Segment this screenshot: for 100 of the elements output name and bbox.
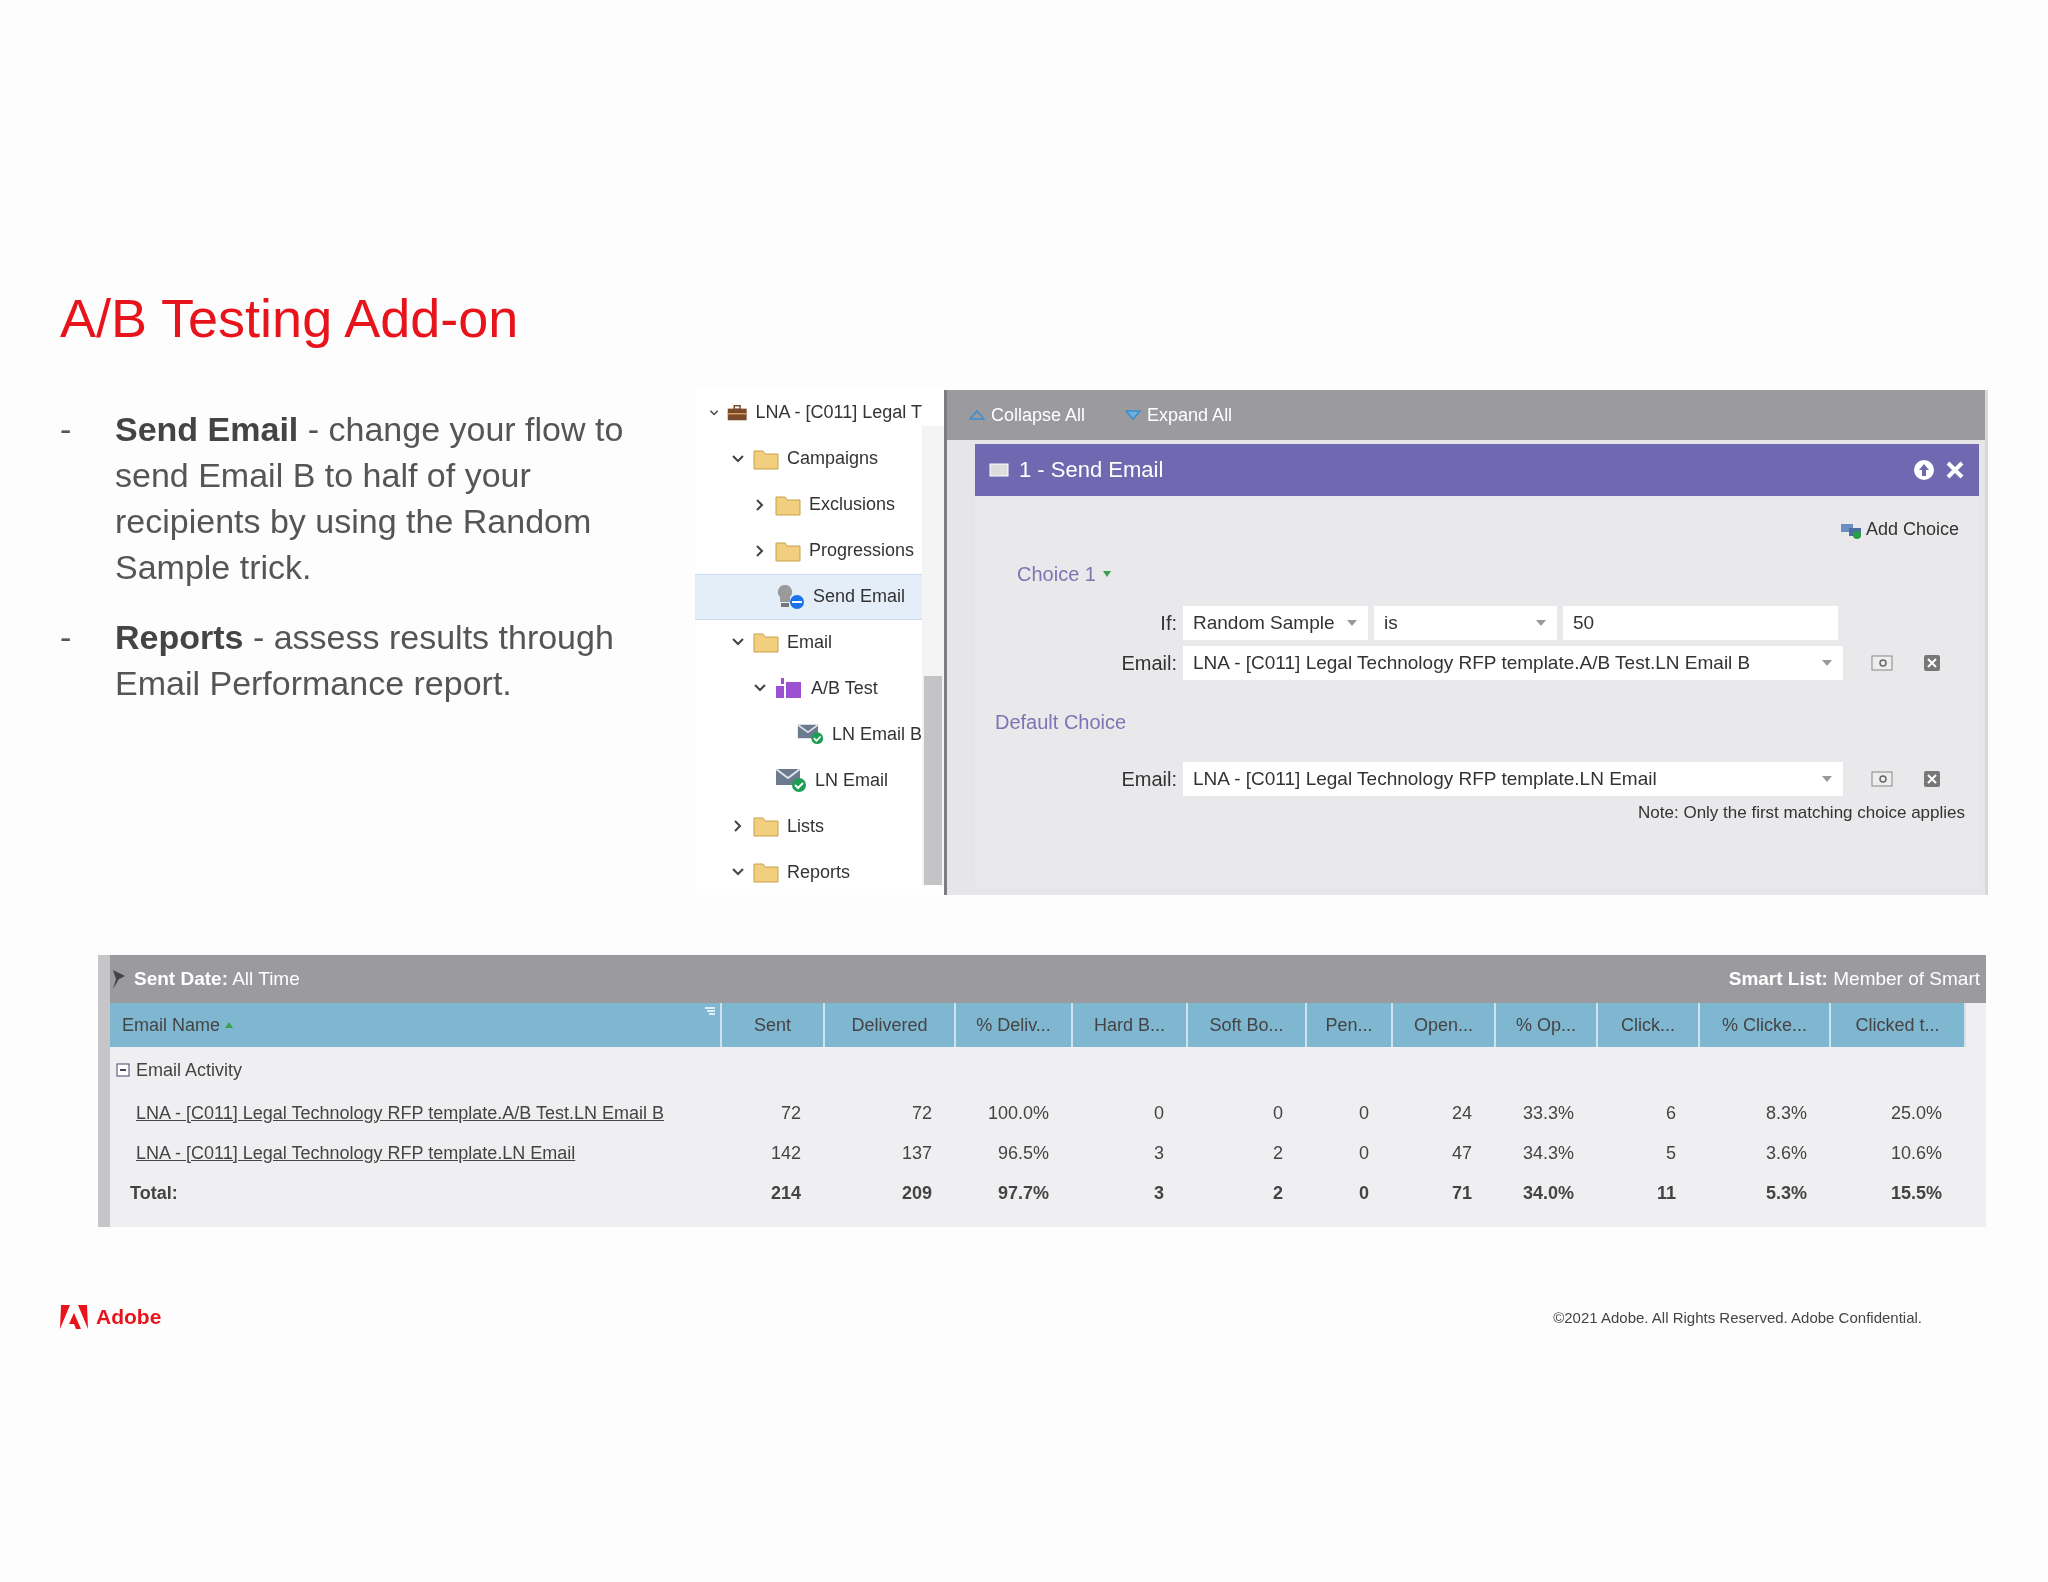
- table-cell: 5: [1666, 1142, 1676, 1164]
- total-cell: 5.3%: [1765, 1182, 1807, 1204]
- table-cell: 3.6%: [1765, 1142, 1807, 1164]
- table-cell: 0: [1154, 1102, 1164, 1124]
- table-cell: 100.0%: [987, 1102, 1049, 1124]
- table-cell: 3: [1154, 1142, 1164, 1164]
- column-header[interactable]: Soft Bo...: [1188, 1003, 1307, 1047]
- column-header[interactable]: Click...: [1598, 1003, 1700, 1047]
- add-choice-button[interactable]: Add Choice: [1833, 518, 1965, 541]
- total-cell: 11: [1656, 1182, 1676, 1204]
- tree-item[interactable]: Exclusions: [695, 481, 922, 528]
- scrollbar[interactable]: [922, 426, 944, 885]
- table-cell: 6: [1666, 1102, 1676, 1124]
- folder-icon: [775, 539, 801, 562]
- table-cell: 47: [1451, 1142, 1472, 1164]
- table-cell: 24: [1451, 1102, 1472, 1124]
- step-title: 1 - Send Email: [1019, 457, 1165, 483]
- collapse-icon[interactable]: [116, 1063, 130, 1077]
- triangle-up-icon: [969, 409, 985, 421]
- tree-item[interactable]: LN Email: [695, 757, 922, 804]
- column-header[interactable]: Sent: [722, 1003, 825, 1047]
- ab-test-icon: [775, 677, 803, 700]
- caret-down-icon[interactable]: [1101, 570, 1112, 578]
- email-link[interactable]: LNA - [C011] Legal Technology RFP template.A/B Test.LN Email B: [136, 1102, 664, 1124]
- tree-item[interactable]: Email: [695, 619, 922, 666]
- email-dropdown[interactable]: LNA - [C011] Legal Technology RFP template.LN Email: [1183, 762, 1843, 796]
- table-cell: 0: [1359, 1102, 1369, 1124]
- table-cell: 72: [780, 1102, 801, 1124]
- column-header[interactable]: Email Name: [110, 1003, 722, 1047]
- column-header[interactable]: Open...: [1393, 1003, 1496, 1047]
- dropdown-caret-icon[interactable]: [1346, 619, 1358, 627]
- folder-icon: [753, 861, 779, 883]
- table-cell: 10.6%: [1890, 1142, 1942, 1164]
- operator-dropdown[interactable]: is: [1374, 606, 1557, 640]
- column-header[interactable]: Pen...: [1307, 1003, 1393, 1047]
- total-cell: 214: [770, 1182, 801, 1204]
- group-label: Email Activity: [136, 1059, 243, 1081]
- tree-item[interactable]: A/B Test: [695, 665, 922, 712]
- table-cell: 25.0%: [1890, 1102, 1942, 1124]
- dropdown-caret-icon[interactable]: [1535, 619, 1547, 627]
- email-dropdown[interactable]: LNA - [C011] Legal Technology RFP template.A/B Test.LN Email B: [1183, 646, 1843, 680]
- tree-item[interactable]: Campaigns: [695, 435, 922, 482]
- column-header[interactable]: % Deliv...: [956, 1003, 1073, 1047]
- table-cell: 137: [901, 1142, 932, 1164]
- tree-item[interactable]: Send Email: [695, 573, 922, 620]
- email-check-icon: [775, 767, 807, 794]
- tree-item[interactable]: Lists: [695, 803, 922, 850]
- preview-icon[interactable]: [1871, 770, 1893, 788]
- bullet-text: Reports - assess results through Email Performance report.: [115, 617, 615, 704]
- bullet-text: Send Email - change your flow to send Email B to half of your recipients by using the Random Sample trick.: [115, 409, 625, 588]
- column-header[interactable]: Delivered: [825, 1003, 956, 1047]
- tree-item-label: Campaigns: [787, 448, 879, 470]
- total-cell: 209: [901, 1182, 932, 1204]
- condition-field-dropdown[interactable]: Random Sample: [1183, 606, 1368, 640]
- tree-item[interactable]: LN Email B: [695, 711, 922, 758]
- column-header[interactable]: Clicked t...: [1831, 1003, 1966, 1047]
- total-cell: 97.7%: [997, 1182, 1049, 1204]
- folder-icon: [753, 447, 779, 470]
- bullet-marker: -: [60, 617, 73, 658]
- delete-icon[interactable]: [1923, 770, 1941, 788]
- arrow-up-icon[interactable]: [1913, 459, 1935, 481]
- email-link[interactable]: LNA - [C011] Legal Technology RFP template.LN Email: [136, 1142, 576, 1164]
- delete-icon[interactable]: [1923, 654, 1941, 672]
- total-cell: 0: [1359, 1182, 1369, 1204]
- tree-item-label: Progressions: [809, 540, 915, 562]
- dropdown-caret-icon[interactable]: [1821, 659, 1833, 667]
- field-label: Email:: [1120, 651, 1177, 675]
- tree-item-label: A/B Test: [811, 677, 878, 699]
- total-cell: 3: [1154, 1182, 1164, 1204]
- close-icon[interactable]: [1945, 460, 1965, 480]
- table-cell: 0: [1359, 1142, 1369, 1164]
- tree-item[interactable]: LNA - [C011] Legal T: [695, 390, 922, 436]
- table-cell: 34.3%: [1522, 1142, 1574, 1164]
- value-field[interactable]: 50: [1563, 606, 1838, 640]
- filter-text: Smart List: Member of Smart: [1728, 968, 1980, 990]
- triangle-down-icon: [1125, 409, 1142, 421]
- tree-item-label: Reports: [787, 861, 851, 883]
- column-header[interactable]: % Clicke...: [1700, 1003, 1831, 1047]
- logo-icon: [60, 1305, 88, 1329]
- field-label: Email:: [1120, 767, 1177, 791]
- column-header[interactable]: % Op...: [1496, 1003, 1598, 1047]
- total-cell: 34.0%: [1522, 1182, 1574, 1204]
- tree-item[interactable]: Progressions: [695, 527, 922, 574]
- dropdown-caret-icon[interactable]: [1821, 775, 1833, 783]
- lightbulb-icon: [775, 583, 805, 610]
- tree-item[interactable]: Reports: [695, 849, 922, 895]
- tree-item-label: Lists: [787, 815, 824, 837]
- table-cell: 0: [1273, 1102, 1283, 1124]
- preview-icon[interactable]: [1871, 654, 1893, 672]
- tree-item-label: Send Email: [813, 586, 906, 608]
- brand-name: Adobe: [96, 1305, 162, 1329]
- column-header[interactable]: Hard B...: [1073, 1003, 1188, 1047]
- folder-icon: [753, 631, 779, 654]
- total-cell: 2: [1273, 1182, 1283, 1204]
- tree-item-label: LNA - [C011] Legal T: [755, 402, 922, 424]
- tree-item-label: LN Email B: [831, 723, 922, 745]
- table-cell: 2: [1273, 1142, 1283, 1164]
- note-text: Note: Only the first matching choice applies: [1638, 803, 1965, 823]
- sort-up-icon: [224, 1021, 235, 1029]
- folder-icon: [775, 493, 801, 516]
